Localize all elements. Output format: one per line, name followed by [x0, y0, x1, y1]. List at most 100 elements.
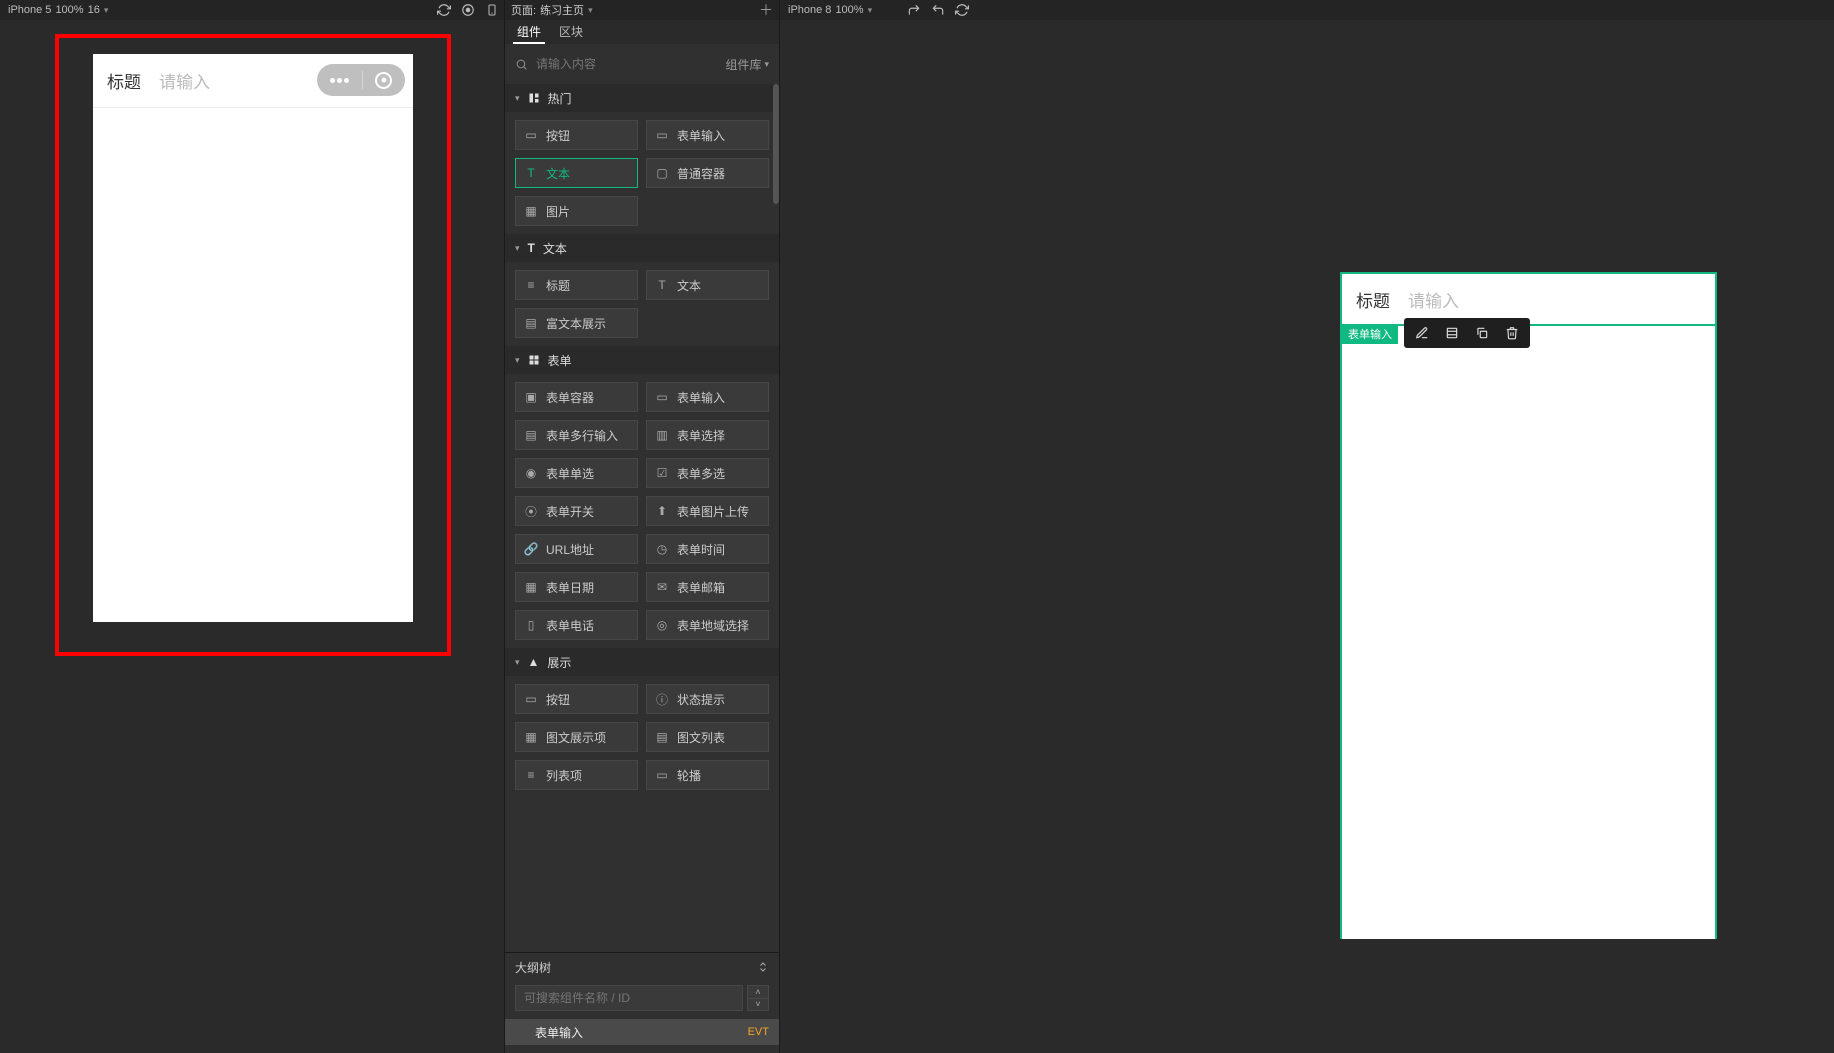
- device-selector-left[interactable]: iPhone 5 100% 16 ▾: [0, 4, 108, 16]
- zoom-level: 100%: [55, 4, 83, 16]
- form-label: 标题: [107, 68, 141, 93]
- chevron-down-icon[interactable]: ▾: [588, 5, 593, 16]
- copy-button[interactable]: [1468, 321, 1496, 345]
- phone-icon[interactable]: [480, 3, 504, 17]
- search-icon: [515, 58, 528, 71]
- chevron-down-icon[interactable]: ˅: [748, 999, 768, 1011]
- outline-row-label: 表单输入: [535, 1024, 583, 1041]
- textarea-icon: ▤: [524, 428, 538, 442]
- comp-url[interactable]: 🔗URL地址: [515, 534, 638, 564]
- comp-button[interactable]: ▭按钮: [515, 120, 638, 150]
- outline-search-input[interactable]: [515, 985, 743, 1011]
- comp-heading[interactable]: ≡标题: [515, 270, 638, 300]
- image-icon: ▦: [524, 204, 538, 218]
- category-display[interactable]: ▾ ▲ 展示: [505, 648, 779, 676]
- tab-blocks[interactable]: 区块: [555, 20, 587, 44]
- tab-components[interactable]: 组件: [513, 20, 545, 44]
- comp-form-phone[interactable]: ▯表单电话: [515, 610, 638, 640]
- switch-icon: ⦿: [524, 503, 538, 520]
- category-hot[interactable]: ▾ 热门: [505, 84, 779, 112]
- left-preview-pane: iPhone 5 100% 16 ▾ 标题 请输入: [0, 0, 504, 1053]
- page-label-prefix: 页面:: [511, 2, 536, 18]
- miniprogram-capsule[interactable]: [317, 64, 405, 96]
- comp-richtext[interactable]: ▤富文本展示: [515, 308, 638, 338]
- comp-button2[interactable]: ▭按钮: [515, 684, 638, 714]
- chevron-down-icon: ▾: [104, 5, 109, 16]
- form-placeholder: 请输入: [159, 68, 210, 93]
- comp-form-time[interactable]: ◷表单时间: [646, 534, 769, 564]
- outline-row-form-input[interactable]: 表单输入 EVT: [505, 1019, 779, 1045]
- chevron-down-icon: ▾: [515, 355, 520, 366]
- comp-form-select[interactable]: ▥表单选择: [646, 420, 769, 450]
- chevron-down-icon: ▾: [515, 657, 520, 668]
- checkbox-icon: ☑: [655, 466, 669, 480]
- comp-form-textarea[interactable]: ▤表单多行输入: [515, 420, 638, 450]
- floating-toolbar: [1404, 318, 1530, 348]
- redo-icon[interactable]: [902, 3, 926, 17]
- iphone8-canvas[interactable]: 标题 请输入 表单输入: [1340, 272, 1715, 939]
- comp-text[interactable]: T文本: [515, 158, 638, 188]
- selection-frame: 标题 请输入: [55, 34, 451, 656]
- heading-icon: ≡: [524, 278, 538, 292]
- device-name: iPhone 5: [8, 4, 51, 16]
- add-page-button[interactable]: ＋: [759, 0, 773, 20]
- list-item-icon: ≡: [524, 768, 538, 782]
- input-icon: ▭: [655, 128, 669, 142]
- comp-carousel[interactable]: ▭轮播: [646, 760, 769, 790]
- more-icon[interactable]: [330, 78, 349, 83]
- category-text[interactable]: ▾ T 文本: [505, 234, 779, 262]
- iphone5-canvas[interactable]: 标题 请输入: [93, 54, 413, 622]
- comp-media-list[interactable]: ▤图文列表: [646, 722, 769, 752]
- chevron-down-icon: ▾: [764, 59, 769, 70]
- comp-form-region[interactable]: ◎表单地域选择: [646, 610, 769, 640]
- comp-form-checkbox[interactable]: ☑表单多选: [646, 458, 769, 488]
- comp-form-input2[interactable]: ▭表单输入: [646, 382, 769, 412]
- component-search-row: 组件库 ▾: [505, 44, 779, 84]
- chevron-down-icon: ▾: [515, 243, 520, 254]
- upload-icon: ⬆: [655, 504, 669, 518]
- device-name: iPhone 8: [788, 4, 831, 16]
- comp-form-switch[interactable]: ⦿表单开关: [515, 496, 638, 526]
- refresh-icon[interactable]: [432, 3, 456, 17]
- category-form[interactable]: ▾ 表单: [505, 346, 779, 374]
- component-scroll[interactable]: ▾ 热门 ▭按钮 ▭表单输入 T文本 ▢普通容器 ▦图片 ▾ T 文本 ≡标题 …: [505, 84, 779, 952]
- comp-container[interactable]: ▢普通容器: [646, 158, 769, 188]
- comp-form-container[interactable]: ▣表单容器: [515, 382, 638, 412]
- comp-list-item[interactable]: ≡列表项: [515, 760, 638, 790]
- component-library-button[interactable]: 组件库 ▾: [725, 56, 769, 73]
- edit-button[interactable]: [1408, 321, 1436, 345]
- divider: [362, 71, 363, 89]
- email-icon: ✉: [655, 580, 669, 594]
- comp-form-email[interactable]: ✉表单邮箱: [646, 572, 769, 602]
- undo-icon[interactable]: [926, 3, 950, 17]
- comp-form-radio[interactable]: ◉表单单选: [515, 458, 638, 488]
- comp-text2[interactable]: T文本: [646, 270, 769, 300]
- page-name[interactable]: 练习主页: [540, 2, 584, 18]
- expand-collapse-icon[interactable]: [757, 961, 769, 973]
- refresh-icon[interactable]: [950, 3, 974, 17]
- comp-media-item[interactable]: ▦图文展示项: [515, 722, 638, 752]
- component-panel: 页面: 练习主页 ▾ ＋ 组件 区块 组件库 ▾ ▾ 热门: [504, 0, 780, 1053]
- component-search-input[interactable]: [536, 57, 717, 71]
- comp-form-date[interactable]: ▦表单日期: [515, 572, 638, 602]
- record-icon[interactable]: [456, 3, 480, 17]
- comp-form-input[interactable]: ▭表单输入: [646, 120, 769, 150]
- chevron-up-icon[interactable]: ˄: [748, 986, 768, 999]
- container-icon: ▢: [655, 166, 669, 180]
- comp-status-tip[interactable]: ⓘ状态提示: [646, 684, 769, 714]
- media-icon: ▦: [524, 730, 538, 744]
- page-bar: 页面: 练习主页 ▾ ＋: [505, 0, 779, 20]
- select-icon: ▥: [655, 428, 669, 442]
- form-input-row[interactable]: 标题 请输入: [93, 54, 413, 108]
- close-target-icon[interactable]: [375, 72, 392, 89]
- text-icon: T: [655, 278, 669, 292]
- right-topbar: iPhone 8 100% ▾: [780, 0, 1834, 20]
- delete-button[interactable]: [1498, 321, 1526, 345]
- comp-image[interactable]: ▦图片: [515, 196, 638, 226]
- list-icon: ▤: [655, 730, 669, 744]
- slot-button[interactable]: [1438, 321, 1466, 345]
- info-icon: ⓘ: [655, 691, 669, 708]
- comp-form-image-upload[interactable]: ⬆表单图片上传: [646, 496, 769, 526]
- input-icon: ▭: [655, 390, 669, 404]
- device-selector-right[interactable]: iPhone 8 100% ▾: [780, 4, 872, 16]
